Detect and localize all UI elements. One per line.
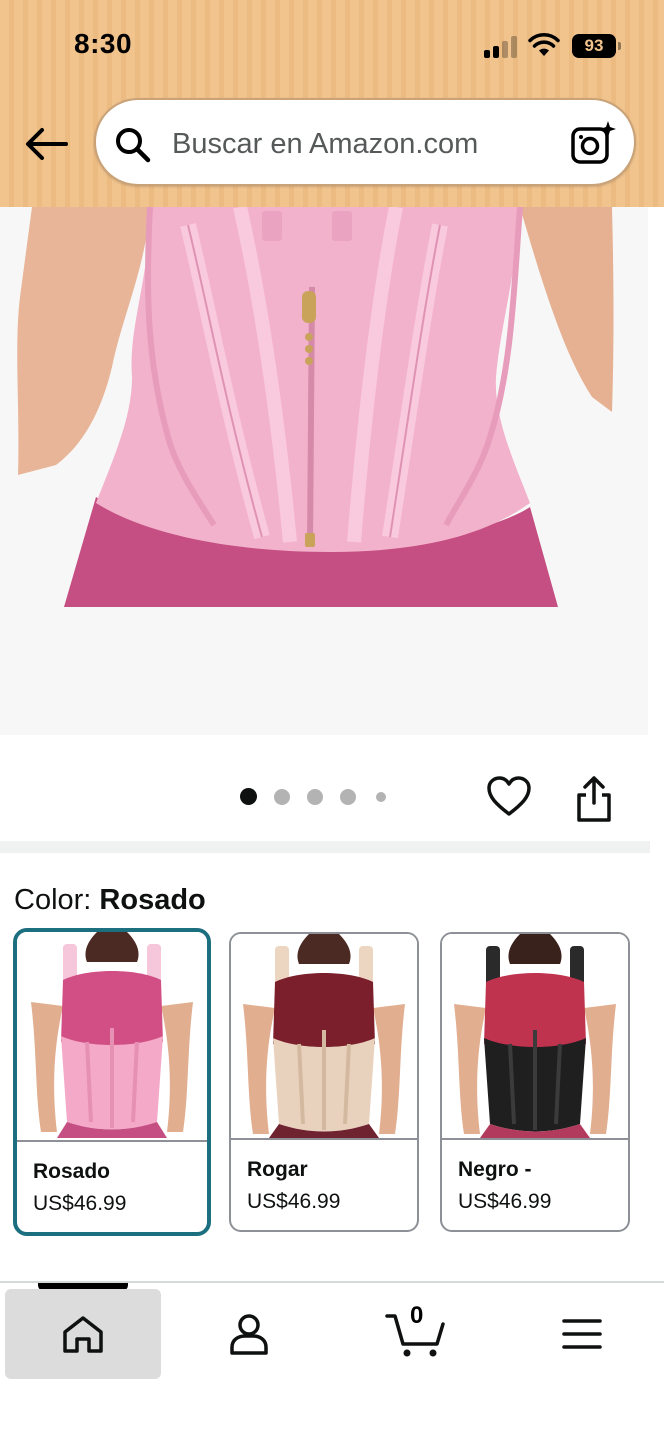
color-option-name: Negro -: [458, 1158, 532, 1181]
section-divider: [0, 841, 650, 853]
color-label: Color:: [14, 884, 92, 916]
status-time: 8:30: [74, 28, 133, 59]
search-icon[interactable]: [114, 126, 152, 164]
account-icon: [230, 1314, 268, 1355]
color-option-name: Rogar: [247, 1158, 308, 1181]
camera-sparkle-icon[interactable]: [570, 120, 616, 166]
search-input[interactable]: Buscar en Amazon.com: [172, 128, 478, 161]
arrow-left-icon: [26, 128, 68, 160]
color-option-image: [17, 932, 207, 1138]
nav-account[interactable]: [171, 1289, 327, 1379]
color-option-negro[interactable]: Negro - US$46.99: [440, 932, 630, 1232]
product-photo: [0, 207, 664, 735]
app-header: 8:30 93 Buscar en Amazon.com: [0, 0, 664, 207]
gallery-controls: [0, 735, 664, 841]
pagination-dot[interactable]: [274, 789, 290, 805]
color-option-info: Rosado US$46.99: [17, 1140, 207, 1232]
cart-count-badge: 0: [410, 1302, 424, 1329]
nav-menu[interactable]: [504, 1289, 660, 1379]
pagination-dot[interactable]: [376, 792, 386, 802]
home-icon: [63, 1316, 103, 1353]
status-bar: 8:30 93: [0, 0, 664, 92]
back-button[interactable]: [20, 120, 72, 168]
color-option-name: Rosado: [33, 1160, 111, 1183]
color-option-rogar[interactable]: Rogar US$46.99: [229, 932, 419, 1232]
pagination-dot[interactable]: [340, 789, 356, 805]
color-option-image: [231, 934, 417, 1138]
color-option-price: US$46.99: [247, 1190, 341, 1213]
image-edge: [648, 207, 664, 735]
pagination-dot-active[interactable]: [240, 788, 257, 805]
color-option-rosado[interactable]: Rosado US$46.99: [13, 928, 211, 1236]
color-option-info: Negro - US$46.99: [442, 1138, 628, 1230]
pagination-dot[interactable]: [307, 789, 323, 805]
color-option-price: US$46.99: [458, 1190, 552, 1213]
battery-indicator: 93: [572, 34, 621, 58]
color-selected-value: Rosado: [99, 884, 206, 916]
bottom-navigation: [0, 1281, 664, 1440]
color-option-price: US$46.99: [33, 1192, 127, 1215]
heart-icon[interactable]: [486, 775, 532, 817]
nav-home[interactable]: [5, 1289, 161, 1379]
product-image[interactable]: [0, 207, 664, 735]
search-bar[interactable]: Buscar en Amazon.com: [94, 98, 636, 186]
cellular-signal-icon: [484, 36, 520, 58]
menu-icon: [562, 1319, 602, 1349]
color-heading: Color: Rosado: [14, 884, 206, 917]
color-option-image: [442, 934, 628, 1138]
color-option-info: Rogar US$46.99: [231, 1138, 417, 1230]
wifi-icon: [528, 33, 560, 56]
share-icon[interactable]: [574, 775, 614, 823]
